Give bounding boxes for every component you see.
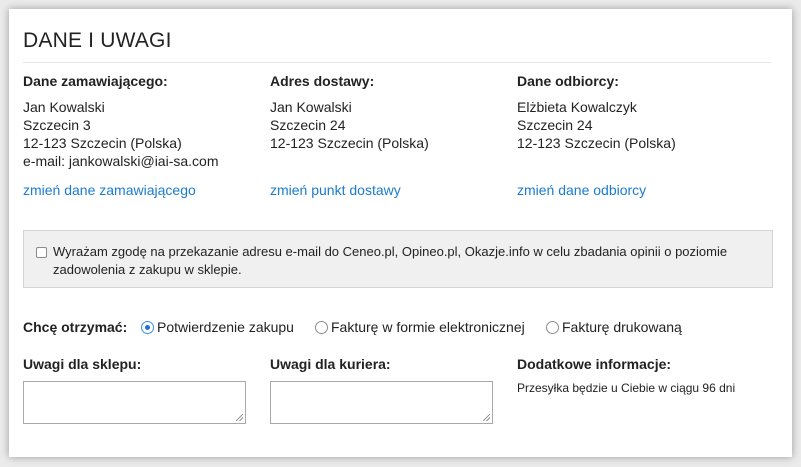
courier-notes-textarea[interactable] — [270, 381, 493, 424]
option-label: Fakturę w formie elektronicznej — [331, 319, 525, 335]
radio-icon[interactable] — [546, 321, 559, 334]
orderer-column: Dane zamawiającego: Jan Kowalski Szczeci… — [23, 73, 263, 198]
orderer-city: 12-123 Szczecin (Polska) — [23, 135, 182, 151]
radio-icon[interactable] — [315, 321, 328, 334]
receive-label: Chcę otrzymać: — [23, 319, 128, 335]
recipient-name: Elżbieta Kowalczyk — [517, 99, 637, 115]
receive-option-purchase-confirmation[interactable]: Potwierdzenie zakupu — [141, 319, 294, 335]
delivery-street: Szczecin 24 — [270, 117, 346, 133]
change-orderer-link[interactable]: zmień dane zamawiającego — [23, 182, 196, 198]
receive-options: Chcę otrzymać: Potwierdzenie zakupu Fakt… — [23, 319, 783, 335]
recipient-street: Szczecin 24 — [517, 117, 593, 133]
change-recipient-link[interactable]: zmień dane odbiorcy — [517, 182, 646, 198]
delivery-column: Adres dostawy: Jan Kowalski Szczecin 24 … — [270, 73, 510, 198]
section-title: DANE I UWAGI — [23, 29, 172, 52]
orderer-heading: Dane zamawiającego: — [23, 73, 168, 89]
receive-option-printed-invoice[interactable]: Fakturę drukowaną — [546, 319, 682, 335]
orderer-street: Szczecin 3 — [23, 117, 91, 133]
courier-notes-label: Uwagi dla kuriera: — [270, 356, 391, 372]
consent-text: Wyrażam zgodę na przekazanie adresu e-ma… — [53, 244, 728, 277]
consent-checkbox[interactable] — [36, 247, 47, 258]
shop-notes-label: Uwagi dla sklepu: — [23, 356, 142, 372]
radio-selected-icon[interactable] — [141, 321, 154, 334]
consent-box: Wyrażam zgodę na przekazanie adresu e-ma… — [23, 230, 773, 288]
title-divider — [23, 62, 771, 63]
recipient-column: Dane odbiorcy: Elżbieta Kowalczyk Szczec… — [517, 73, 757, 198]
change-delivery-link[interactable]: zmień punkt dostawy — [270, 182, 401, 198]
recipient-city: 12-123 Szczecin (Polska) — [517, 135, 676, 151]
delivery-heading: Adres dostawy: — [270, 73, 375, 89]
recipient-heading: Dane odbiorcy: — [517, 73, 619, 89]
receive-option-electronic-invoice[interactable]: Fakturę w formie elektronicznej — [315, 319, 525, 335]
delivery-name: Jan Kowalski — [270, 99, 352, 115]
delivery-time-info: Przesyłka będzie u Ciebie w ciągu 96 dni — [517, 381, 736, 395]
delivery-city: 12-123 Szczecin (Polska) — [270, 135, 429, 151]
order-details-card: DANE I UWAGI Dane zamawiającego: Jan Kow… — [9, 9, 792, 457]
option-label: Fakturę drukowaną — [562, 319, 682, 335]
orderer-email: e-mail: jankowalski@iai-sa.com — [23, 153, 219, 169]
orderer-name: Jan Kowalski — [23, 99, 105, 115]
option-label: Potwierdzenie zakupu — [157, 319, 294, 335]
shop-notes-textarea[interactable] — [23, 381, 246, 424]
extra-info-label: Dodatkowe informacje: — [517, 356, 672, 372]
